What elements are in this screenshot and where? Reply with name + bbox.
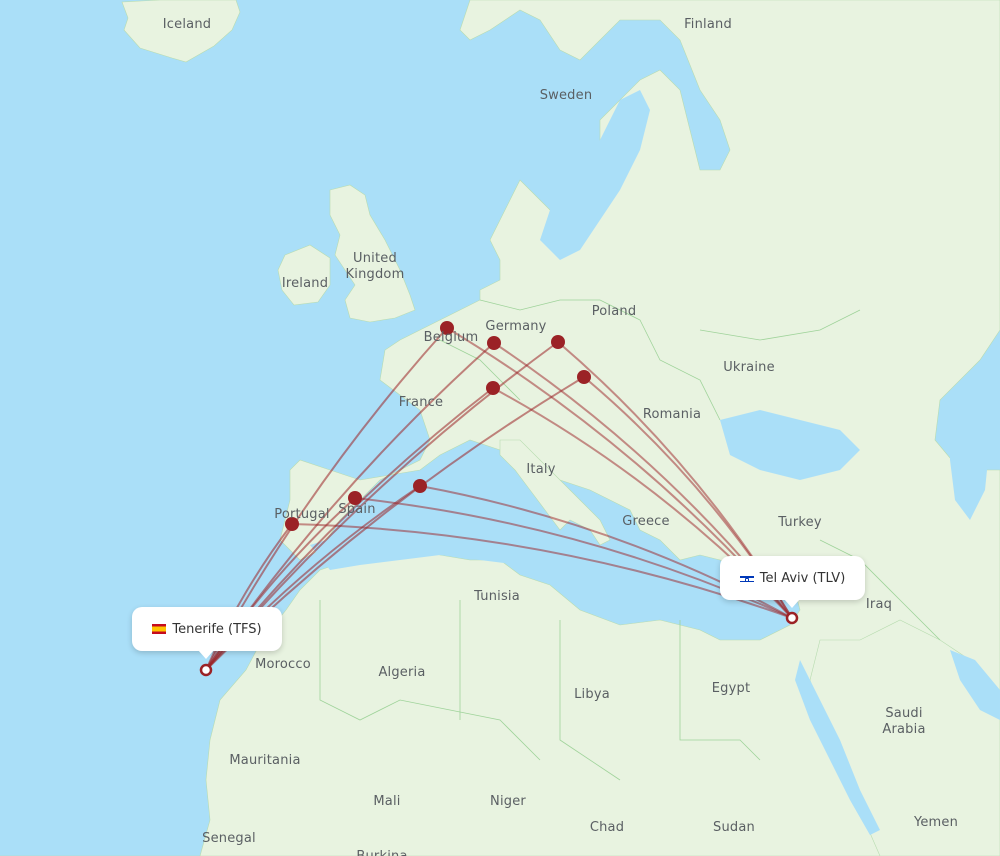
spain-flag-icon [152,624,167,634]
hub-marker-prague[interactable] [551,335,565,349]
country-label-iraq: Iraq [866,597,892,612]
origin-callout[interactable]: Tenerife (TFS) [132,607,282,659]
country-label-mauritania: Mauritania [229,753,300,768]
country-label-sudan: Sudan [713,820,755,835]
country-label-burkina: Burkina [356,849,407,856]
country-label-yemen: Yemen [913,815,958,830]
country-label-chad: Chad [590,820,624,835]
country-label-mali: Mali [373,794,400,809]
country-label-united-kingdom-line1: United [353,251,397,266]
country-label-niger: Niger [490,794,526,809]
country-label-romania: Romania [643,407,701,422]
country-label-spain: Spain [338,502,375,517]
country-label-germany: Germany [485,319,546,334]
country-label-greece: Greece [622,514,669,529]
country-label-united-kingdom-line2: Kingdom [346,267,405,282]
hub-marker-barcelona[interactable] [413,479,427,493]
country-label-senegal: Senegal [202,831,256,846]
country-label-sweden: Sweden [540,88,593,103]
country-label-poland: Poland [592,304,637,319]
hub-marker-zurich[interactable] [486,381,500,395]
country-label-turkey: Turkey [777,515,822,530]
hub-marker-frankfurt[interactable] [487,336,501,350]
country-label-saudi-arabia-line2: Arabia [882,722,925,737]
country-label-italy: Italy [526,462,555,477]
country-label-finland: Finland [684,17,732,32]
country-label-belgium: Belgium [424,330,479,345]
country-label-egypt: Egypt [712,681,751,696]
destination-callout[interactable]: Tel Aviv (TLV) [720,556,865,608]
origin-marker[interactable] [199,663,213,677]
country-label-tunisia: Tunisia [473,589,520,604]
country-label-ireland: Ireland [282,276,328,291]
origin-airport-name: Tenerife (TFS) [172,621,262,637]
country-label-morocco: Morocco [255,657,311,672]
hub-marker-vienna[interactable] [577,370,591,384]
israel-flag-icon [739,573,754,583]
destination-marker[interactable] [785,611,799,625]
country-label-saudi-arabia-line1: Saudi [885,706,922,721]
country-label-iceland: Iceland [163,17,211,32]
country-label-ukraine: Ukraine [723,360,775,375]
country-label-libya: Libya [574,687,610,702]
country-label-france: France [399,395,443,410]
country-label-algeria: Algeria [378,665,425,680]
destination-airport-name: Tel Aviv (TLV) [759,570,846,586]
country-label-portugal: Portugal [274,507,329,522]
route-map[interactable]: Iceland Finland Sweden United Kingdom Ir… [0,0,1000,856]
